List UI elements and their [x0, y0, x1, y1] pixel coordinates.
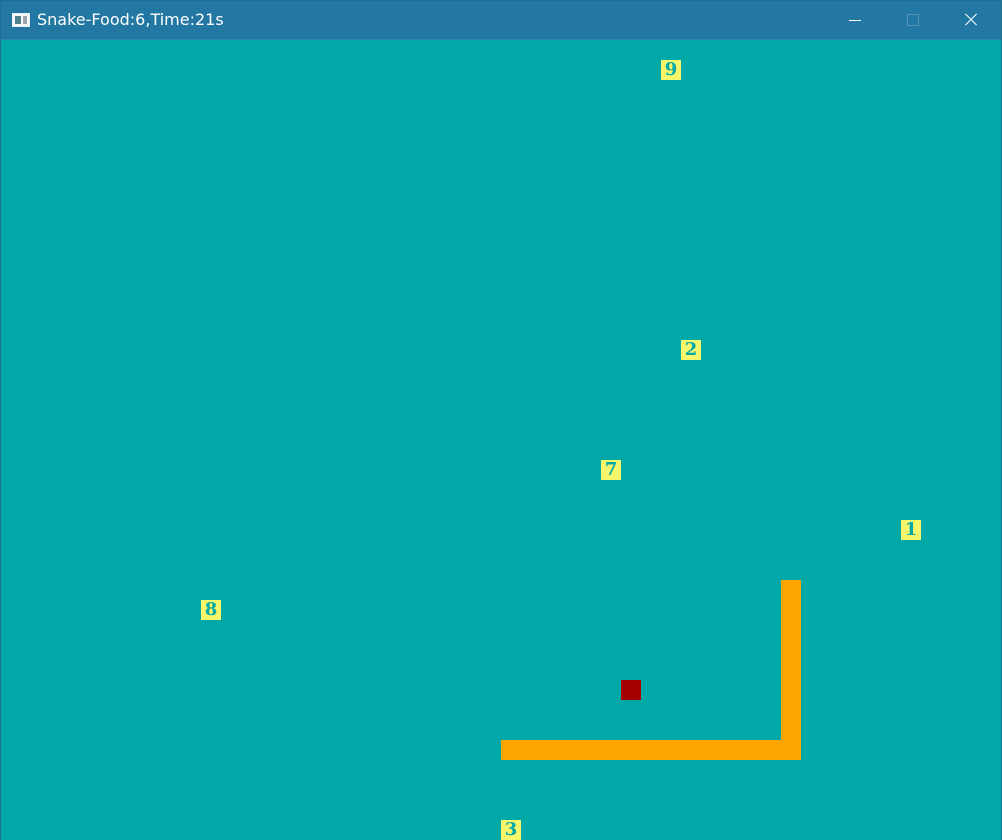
app-icon [12, 13, 30, 27]
window-title: Snake-Food:6,Time:21s [37, 10, 224, 29]
snake-body-vertical [781, 580, 801, 760]
game-board[interactable]: 9 2 7 1 8 3 [1, 40, 1001, 840]
close-button[interactable] [942, 1, 1000, 39]
minimize-button[interactable] [826, 1, 884, 39]
food-item: 1 [901, 520, 921, 540]
game-window: Snake-Food:6,Time:21s 9 2 7 1 8 3 [0, 0, 1002, 840]
title-bar[interactable]: Snake-Food:6,Time:21s [1, 1, 1001, 40]
food-item: 7 [601, 460, 621, 480]
snake-body-horizontal [501, 740, 801, 760]
red-block [621, 680, 641, 700]
food-item: 2 [681, 340, 701, 360]
food-item: 8 [201, 600, 221, 620]
food-item: 3 [501, 820, 521, 840]
maximize-button[interactable] [884, 1, 942, 39]
food-item: 9 [661, 60, 681, 80]
